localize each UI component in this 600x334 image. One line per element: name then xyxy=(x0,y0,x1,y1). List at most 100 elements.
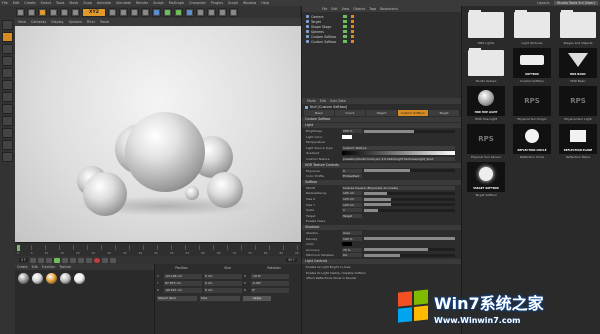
autokey-icon[interactable] xyxy=(101,257,108,263)
menu-item-help[interactable]: Help xyxy=(261,1,269,5)
material-ball[interactable] xyxy=(46,273,57,284)
array-icon[interactable] xyxy=(185,7,194,17)
attribute-menu-mode[interactable]: Mode xyxy=(307,99,316,103)
preset-tile[interactable]: Studio Setups xyxy=(465,48,507,83)
target-link-field[interactable]: Target xyxy=(342,213,362,218)
size-x-field[interactable]: 125 cm xyxy=(342,197,362,202)
accuracy-field[interactable]: 70 % xyxy=(342,247,362,252)
object-row[interactable]: Custom Softbox xyxy=(302,39,461,44)
preset-tile[interactable]: RPS Physical Sun Light xyxy=(557,86,599,121)
menu-item-simulate[interactable]: Simulate xyxy=(116,1,131,5)
menu-item-snap[interactable]: Snap xyxy=(83,1,92,5)
object-menu-view[interactable]: View xyxy=(342,7,350,11)
object-tag-icon[interactable] xyxy=(351,20,354,23)
min-samples-field[interactable]: 64 xyxy=(342,253,362,258)
viewport-menu-view[interactable]: View xyxy=(18,20,26,24)
menu-item-file[interactable]: File xyxy=(2,1,8,5)
exposure-field[interactable]: 0 xyxy=(342,168,362,173)
redo-icon[interactable] xyxy=(27,7,36,17)
preset-thumbnail[interactable]: REFLECTION PLANE xyxy=(559,124,597,154)
go-to-start-icon[interactable] xyxy=(29,257,36,263)
preset-thumbnail[interactable] xyxy=(559,10,597,40)
camera-icon[interactable] xyxy=(218,7,227,17)
floor-icon[interactable] xyxy=(207,7,216,17)
gradient-bar[interactable] xyxy=(342,151,455,156)
preset-tile[interactable]: REFLECTION PLANE Reflection Plane xyxy=(557,124,599,159)
next-frame-icon[interactable] xyxy=(61,257,68,263)
preset-thumbnail[interactable] xyxy=(467,10,505,40)
object-tag-icon[interactable] xyxy=(351,15,354,18)
radius-decay-field[interactable]: 105 cm xyxy=(342,191,362,196)
position-x-field[interactable]: -23.146 cm xyxy=(164,273,202,279)
light-controls-row-2[interactable]: Enable GI Light Visible / Disable Softbo… xyxy=(306,271,436,275)
end-frame-field[interactable]: 90 F xyxy=(286,258,297,262)
menu-item-script[interactable]: Script xyxy=(228,1,238,5)
custom-texture-path-field[interactable]: presets://studio tools pro 2.0.lib4d/Lig… xyxy=(342,157,455,162)
material-menu-function[interactable]: Function xyxy=(42,265,56,269)
keyframe-selection-icon[interactable] xyxy=(109,257,116,263)
edges-mode-icon[interactable] xyxy=(2,80,13,90)
object-tag-icon[interactable] xyxy=(351,40,354,43)
tab-custom-softbox[interactable]: Custom Softbox xyxy=(397,110,428,116)
preset-tile[interactable]: REFLECTION CIRCLE Reflection Circle xyxy=(511,124,553,159)
preset-thumbnail[interactable]: HDR BASIC xyxy=(559,48,597,78)
object-tag-icon[interactable] xyxy=(351,25,354,28)
preset-tile[interactable]: Light Textures xyxy=(511,10,553,45)
section-shadows[interactable]: Shadows xyxy=(302,224,461,230)
subdivision-icon[interactable] xyxy=(174,7,183,17)
planar-workplane-icon[interactable] xyxy=(2,152,13,162)
object-name[interactable]: Camera xyxy=(311,15,341,19)
cube-primitive-icon[interactable] xyxy=(152,7,161,17)
size-y-field[interactable]: 0 cm xyxy=(204,280,242,286)
position-z-field[interactable]: -90.527 cm xyxy=(164,287,202,293)
perspective-viewport[interactable] xyxy=(15,26,301,242)
record-icon[interactable] xyxy=(93,257,100,263)
preset-tile[interactable]: TARGET SOFTBOX Target Softbox xyxy=(465,162,507,197)
undo-icon[interactable] xyxy=(16,7,25,17)
apply-button[interactable]: Apply xyxy=(243,296,271,301)
visibility-flag-icon[interactable] xyxy=(343,20,347,23)
light-source-type-dropdown[interactable]: Custom Texture xyxy=(342,145,455,150)
sphere-front-left[interactable] xyxy=(83,172,127,216)
section-softbox[interactable]: Softbox xyxy=(302,179,461,185)
previous-frame-icon[interactable] xyxy=(45,257,52,263)
visibility-flag-icon[interactable] xyxy=(343,30,347,33)
preset-tile[interactable]: HDR Lights xyxy=(465,10,507,45)
pen-spline-icon[interactable] xyxy=(163,7,172,17)
preset-tile[interactable]: RPS Physical Sun Sensor xyxy=(465,124,507,159)
current-frame-field[interactable]: 0 F xyxy=(19,258,28,262)
rotate-tool-icon[interactable] xyxy=(71,7,80,17)
tab-coord-[interactable]: Coord. xyxy=(335,110,366,116)
visibility-flag-icon[interactable] xyxy=(343,35,347,38)
timeline-ruler[interactable] xyxy=(17,245,299,250)
object-name[interactable]: Shape Stage xyxy=(311,25,341,29)
next-key-icon[interactable] xyxy=(69,257,76,263)
menu-item-animate[interactable]: Animate xyxy=(97,1,111,5)
viewport-menu-display[interactable]: Display xyxy=(51,20,64,24)
object-tag-icon[interactable] xyxy=(351,30,354,33)
xyz-axis-lock-button[interactable]: XYZ xyxy=(82,7,106,17)
polygons-mode-icon[interactable] xyxy=(2,92,13,102)
preset-thumbnail[interactable] xyxy=(467,48,505,78)
menu-item-window[interactable]: Window xyxy=(243,1,256,5)
object-menu-edit[interactable]: Edit xyxy=(331,7,337,11)
shadow-color-swatch[interactable] xyxy=(342,242,352,247)
menu-item-render[interactable]: Render xyxy=(136,1,148,5)
live-select-icon[interactable] xyxy=(38,7,47,17)
model-mode-icon[interactable] xyxy=(2,32,13,42)
density-field[interactable]: 100 % xyxy=(342,236,362,241)
object-name[interactable]: Target xyxy=(311,20,341,24)
position-y-field[interactable]: 67.875 cm xyxy=(164,280,202,286)
material-menu-edit[interactable]: Edit xyxy=(32,265,38,269)
preset-thumbnail[interactable]: SOFTBOX xyxy=(513,48,551,78)
tab-basic[interactable]: Basic xyxy=(304,110,335,116)
viewport-menu-filter[interactable]: Filter xyxy=(87,20,95,24)
menu-item-plugins[interactable]: Plugins xyxy=(211,1,223,5)
object-name[interactable]: Custom Softbox xyxy=(311,35,341,39)
light-icon[interactable] xyxy=(229,7,238,17)
size-y-field[interactable]: 125 cm xyxy=(342,202,362,207)
menu-item-select[interactable]: Select xyxy=(41,1,51,5)
preset-thumbnail[interactable] xyxy=(513,10,551,40)
menu-item-create[interactable]: Create xyxy=(24,1,35,5)
material-ball[interactable] xyxy=(74,273,85,284)
